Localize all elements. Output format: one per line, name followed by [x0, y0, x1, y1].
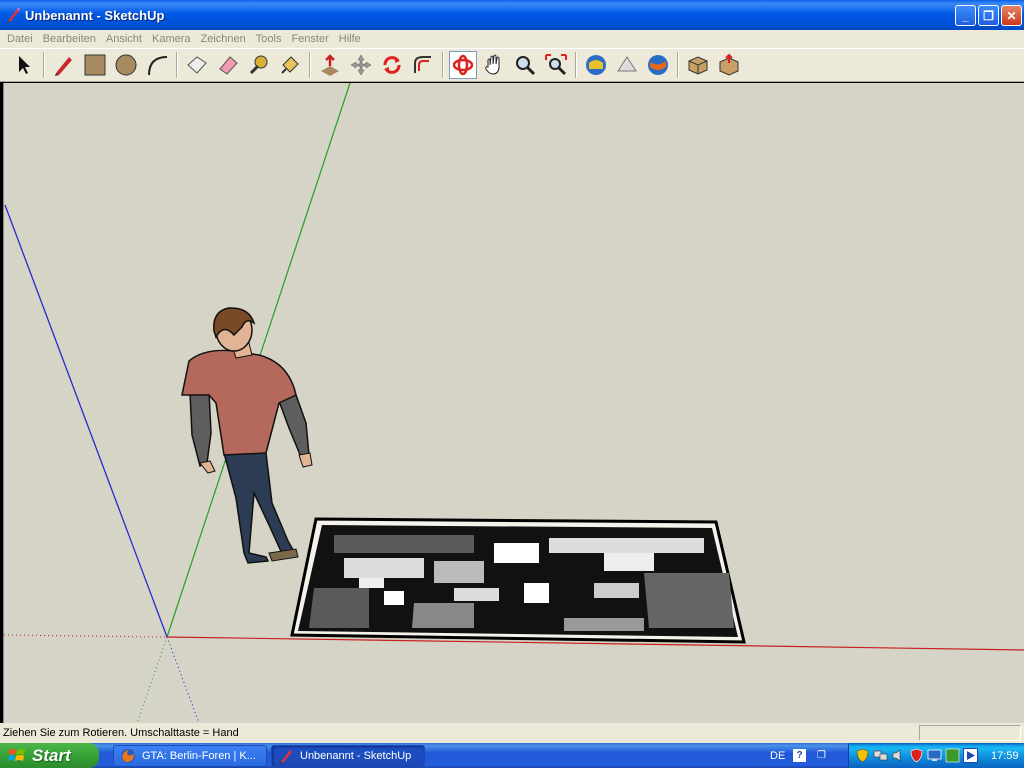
toolbar-separator — [677, 52, 679, 78]
orbit-icon — [452, 54, 474, 76]
green-axis-negative — [136, 636, 168, 723]
share-component-icon — [719, 53, 739, 76]
toolbar-separator — [43, 52, 45, 78]
tape-measure-tool[interactable] — [245, 51, 273, 79]
components-box-icon — [688, 56, 708, 75]
help-icon[interactable]: ? — [793, 749, 806, 762]
push-pull-icon — [321, 54, 339, 76]
restore-button[interactable]: ❐ — [978, 5, 999, 26]
clock[interactable]: 17:59 — [991, 750, 1019, 762]
rotate-icon — [383, 56, 401, 74]
menu-kamera[interactable]: Kamera — [147, 33, 196, 45]
zoom-extents-icon — [545, 54, 567, 76]
hand-icon — [485, 54, 500, 75]
google-earth-tool[interactable] — [644, 51, 672, 79]
system-tray: 17:59 — [848, 743, 1024, 768]
toolbar-separator — [309, 52, 311, 78]
move-icon — [350, 54, 372, 76]
move-tool[interactable] — [347, 51, 375, 79]
eraser-icon — [219, 56, 238, 75]
sketchup-icon — [280, 749, 292, 764]
close-button[interactable]: ✕ — [1001, 5, 1022, 26]
circle-icon — [115, 54, 137, 76]
paint-bucket-tool[interactable] — [276, 51, 304, 79]
menu-datei[interactable]: Datei — [2, 33, 38, 45]
magnifier-icon — [516, 56, 536, 76]
start-button[interactable]: Start — [0, 743, 99, 768]
menu-bearbeiten[interactable]: Bearbeiten — [38, 33, 101, 45]
eraser-tool[interactable] — [214, 51, 242, 79]
scene-canvas — [4, 83, 1024, 723]
volume-icon[interactable] — [891, 748, 906, 763]
orbit-tool[interactable] — [449, 51, 477, 79]
media-play-icon[interactable] — [963, 748, 978, 763]
language-indicator[interactable]: DE — [770, 750, 785, 762]
arc-icon — [148, 56, 168, 76]
toolbar-separator — [575, 52, 577, 78]
drawing-viewport[interactable] — [3, 83, 1024, 723]
circle-tool[interactable] — [112, 51, 140, 79]
warehouse-share-icon — [617, 56, 637, 72]
firefox-icon — [121, 748, 135, 763]
minimize-button[interactable]: _ — [955, 5, 976, 26]
security-shield-icon[interactable] — [855, 748, 870, 763]
window-title: Unbenannt - SketchUp — [25, 7, 165, 23]
share-component-tool[interactable] — [715, 51, 743, 79]
paint-bucket-icon — [281, 56, 299, 74]
display-icon[interactable] — [927, 748, 942, 763]
red-axis-negative — [4, 634, 168, 638]
menu-ansicht[interactable]: Ansicht — [101, 33, 147, 45]
zoom-extents-tool[interactable] — [542, 51, 570, 79]
pan-tool[interactable] — [480, 51, 508, 79]
components-window-tool[interactable] — [684, 51, 712, 79]
status-bar: Ziehen Sie zum Rotieren. Umschalttaste =… — [0, 723, 1024, 743]
windows-taskbar: Start GTA: Berlin-Foren | K... Unbenannt… — [0, 743, 1024, 768]
toolbar-separator — [176, 52, 178, 78]
start-label: Start — [32, 745, 71, 765]
line-tool[interactable] — [50, 51, 78, 79]
network-icon[interactable] — [873, 748, 888, 763]
taskbar-item-firefox[interactable]: GTA: Berlin-Foren | K... — [113, 744, 267, 767]
taskbar-item-label: GTA: Berlin-Foren | K... — [142, 749, 256, 762]
title-bar: Unbenannt - SketchUp _ ❐ ✕ — [0, 0, 1024, 30]
offset-tool[interactable] — [409, 51, 437, 79]
antivirus-icon[interactable] — [909, 748, 924, 763]
select-tool[interactable] — [10, 51, 38, 79]
taskbar-item-sketchup[interactable]: Unbenannt - SketchUp — [271, 744, 425, 767]
get-models-tool[interactable] — [582, 51, 610, 79]
person-figure[interactable] — [181, 307, 313, 564]
sketchup-app-icon[interactable] — [5, 7, 21, 23]
toolbar-separator — [442, 52, 444, 78]
measurements-box[interactable] — [919, 725, 1021, 741]
arrow-cursor-icon — [19, 56, 30, 74]
blue-axis-negative — [166, 636, 200, 723]
blue-axis — [4, 204, 168, 638]
menu-fenster[interactable]: Fenster — [286, 33, 333, 45]
rotate-tool[interactable] — [378, 51, 406, 79]
main-toolbar — [0, 48, 1024, 82]
floor-plan-image[interactable] — [290, 517, 746, 644]
menu-tools[interactable]: Tools — [251, 33, 287, 45]
tape-measure-icon — [249, 55, 268, 75]
component-icon — [187, 56, 207, 74]
restore-icon[interactable]: ❐ — [817, 750, 826, 761]
warehouse-get-icon — [586, 55, 606, 75]
offset-icon — [414, 56, 431, 73]
pencil-icon — [55, 57, 72, 76]
make-component-tool[interactable] — [183, 51, 211, 79]
arc-tool[interactable] — [143, 51, 171, 79]
menu-hilfe[interactable]: Hilfe — [334, 33, 366, 45]
status-hint: Ziehen Sie zum Rotieren. Umschalttaste =… — [3, 727, 239, 739]
windows-flag-icon — [8, 748, 25, 761]
share-model-tool[interactable] — [613, 51, 641, 79]
menu-zeichnen[interactable]: Zeichnen — [196, 33, 251, 45]
taskbar-item-label: Unbenannt - SketchUp — [300, 749, 412, 762]
rectangle-icon — [84, 54, 106, 76]
push-pull-tool[interactable] — [316, 51, 344, 79]
nvidia-icon[interactable] — [945, 748, 960, 763]
menu-bar: Datei Bearbeiten Ansicht Kamera Zeichnen… — [0, 30, 1024, 48]
google-earth-icon — [648, 55, 668, 75]
rectangle-tool[interactable] — [81, 51, 109, 79]
zoom-tool[interactable] — [511, 51, 539, 79]
